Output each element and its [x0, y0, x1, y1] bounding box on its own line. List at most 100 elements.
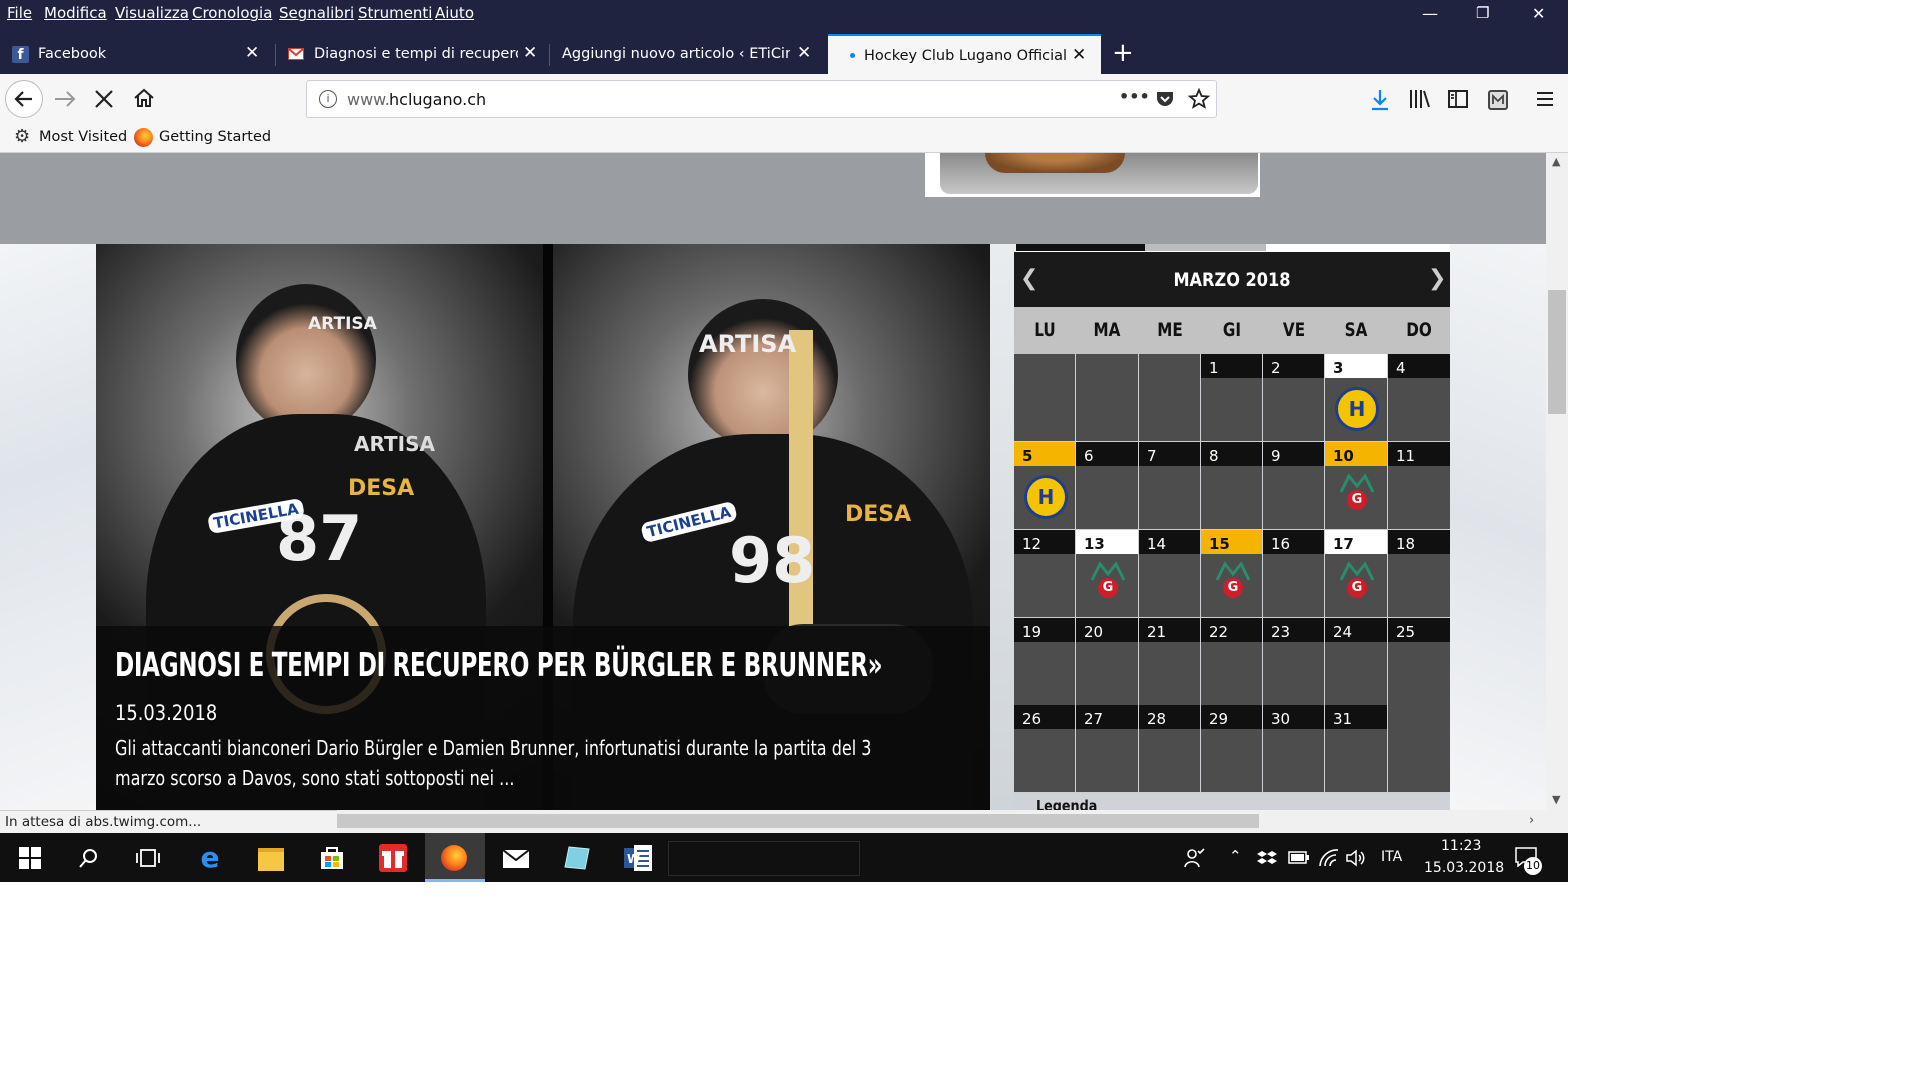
calendar-legend-label[interactable]: Legenda	[1036, 797, 1097, 810]
library-icon[interactable]	[1408, 88, 1432, 110]
calendar-day-cell[interactable]: 6	[1076, 442, 1138, 529]
hamburger-menu-icon[interactable]	[1535, 90, 1555, 108]
pocket-icon[interactable]	[1154, 88, 1176, 110]
calendar-day-cell[interactable]: 25	[1388, 618, 1450, 705]
calendar-day-cell[interactable]: 4	[1388, 354, 1450, 441]
action-center-button[interactable]: 10	[1515, 845, 1545, 875]
calendar-prev-icon[interactable]: ❮	[1020, 266, 1038, 291]
geneve-servette-logo-icon[interactable]: G	[1339, 560, 1375, 606]
menu-modifica[interactable]: Modifica	[44, 4, 107, 22]
tab-gmail[interactable]: Diagnosi e tempi di recupero p ✕	[278, 34, 548, 74]
volume-icon[interactable]	[1345, 848, 1367, 868]
calendar-day-cell[interactable]: 30	[1263, 705, 1324, 792]
calendar-tab-active[interactable]	[1016, 244, 1145, 251]
horizontal-scrollbar-thumb[interactable]	[337, 814, 1259, 828]
scroll-up-icon[interactable]: ▲	[1552, 155, 1560, 168]
calendar-day-cell[interactable]: 26	[1014, 705, 1075, 792]
tab-hclugano[interactable]: Hockey Club Lugano Official W ✕	[828, 34, 1101, 74]
hc-davos-logo-icon[interactable]: H	[1024, 475, 1068, 519]
article-headline-link[interactable]: DIAGNOSI E TEMPI DI RECUPERO PER BÜRGLER…	[115, 645, 883, 684]
wifi-icon[interactable]	[1318, 848, 1340, 868]
search-button[interactable]	[58, 833, 118, 882]
taskbar-firefox[interactable]	[425, 833, 485, 882]
back-button[interactable]	[5, 80, 43, 118]
sidebar-icon[interactable]	[1447, 89, 1469, 109]
people-icon[interactable]	[1183, 847, 1205, 869]
menu-aiuto[interactable]: Aiuto	[435, 4, 474, 22]
tab-facebook[interactable]: f Facebook ✕	[0, 34, 272, 74]
calendar-day-cell[interactable]: 16	[1263, 530, 1324, 617]
calendar-day-cell[interactable]: 10 G	[1325, 442, 1387, 529]
start-button[interactable]	[0, 833, 60, 882]
forward-button[interactable]	[52, 88, 78, 110]
close-tab-icon[interactable]: ✕	[797, 43, 811, 63]
vertical-scrollbar-thumb[interactable]	[1548, 290, 1566, 414]
taskbar-edge[interactable]: e	[180, 833, 240, 882]
calendar-day-cell[interactable]: 27	[1076, 705, 1138, 792]
calendar-day-cell[interactable]: 24	[1325, 618, 1387, 705]
menu-strumenti[interactable]: Strumenti	[358, 4, 432, 22]
calendar-next-icon[interactable]: ❯	[1428, 266, 1446, 291]
calendar-day-cell[interactable]: 23	[1263, 618, 1324, 705]
calendar-day-cell[interactable]: 20	[1076, 618, 1138, 705]
hc-davos-logo-icon[interactable]: H	[1335, 387, 1379, 431]
menu-segnalibri[interactable]: Segnalibri	[279, 4, 354, 22]
calendar-day-cell[interactable]: 29	[1201, 705, 1262, 792]
calendar-day-cell[interactable]: 9	[1263, 442, 1324, 529]
menu-file[interactable]: File	[7, 4, 32, 22]
address-bar[interactable]: i www. hclugano.ch •••	[306, 80, 1217, 118]
page-actions-icon[interactable]: •••	[1119, 87, 1150, 106]
close-tab-icon[interactable]: ✕	[245, 43, 259, 63]
new-tab-button[interactable]: +	[1112, 38, 1134, 68]
bookmark-star-icon[interactable]	[1187, 87, 1211, 111]
taskbar-mail[interactable]	[486, 833, 546, 882]
taskbar-gift-app[interactable]	[363, 833, 423, 882]
geneve-servette-logo-icon[interactable]: G	[1090, 560, 1126, 606]
taskbar-file-explorer[interactable]	[241, 833, 301, 882]
calendar-day-cell[interactable]: 21	[1139, 618, 1200, 705]
stop-loading-button[interactable]	[93, 88, 115, 110]
downloads-icon[interactable]	[1369, 88, 1391, 112]
extension-icon[interactable]	[1487, 89, 1509, 111]
home-button[interactable]	[132, 86, 156, 110]
calendar-day-cell[interactable]: 8	[1201, 442, 1262, 529]
close-window-button[interactable]: ✕	[1532, 4, 1545, 23]
calendar-day-cell[interactable]: 14	[1139, 530, 1200, 617]
scroll-down-icon[interactable]: ▼	[1552, 793, 1560, 806]
geneve-servette-logo-icon[interactable]: G	[1339, 472, 1375, 518]
restore-button[interactable]: ❐	[1476, 4, 1489, 22]
tab-eticinfo[interactable]: Aggiungi nuovo articolo ‹ ETiCinfor ✕	[550, 34, 826, 74]
dropbox-icon[interactable]	[1257, 849, 1277, 867]
site-info-icon[interactable]: i	[319, 90, 337, 108]
menu-cronologia[interactable]: Cronologia	[192, 4, 272, 22]
task-view-button[interactable]	[118, 833, 178, 882]
scroll-right-icon[interactable]: ›	[1529, 813, 1534, 828]
close-tab-icon[interactable]: ✕	[523, 43, 537, 63]
taskbar-word[interactable]: W	[608, 833, 668, 882]
geneve-servette-logo-icon[interactable]: G	[1215, 560, 1251, 606]
calendar-day-cell[interactable]: 5H	[1014, 442, 1075, 529]
minimize-button[interactable]: —	[1422, 4, 1438, 23]
clock-time[interactable]: 11:23	[1441, 838, 1481, 854]
calendar-day-cell[interactable]: 11	[1388, 442, 1450, 529]
calendar-day-cell[interactable]: 22	[1201, 618, 1262, 705]
calendar-day-cell[interactable]: 7	[1139, 442, 1200, 529]
calendar-day-cell[interactable]: 13 G	[1076, 530, 1138, 617]
calendar-day-cell[interactable]: 12	[1014, 530, 1075, 617]
calendar-day-cell[interactable]: 31	[1325, 705, 1387, 792]
calendar-day-cell[interactable]: 3H	[1325, 354, 1387, 441]
vertical-scrollbar[interactable]: ▲ ▼	[1546, 153, 1568, 810]
calendar-day-cell[interactable]: 1	[1201, 354, 1262, 441]
menu-visualizza[interactable]: Visualizza	[115, 4, 189, 22]
calendar-day-cell[interactable]: 28	[1139, 705, 1200, 792]
show-hidden-icons-icon[interactable]: ⌃	[1229, 847, 1242, 865]
calendar-day-cell[interactable]: 15 G	[1201, 530, 1262, 617]
battery-icon[interactable]	[1288, 851, 1310, 865]
calendar-day-cell[interactable]: 18	[1388, 530, 1450, 617]
close-tab-icon[interactable]: ✕	[1072, 45, 1086, 65]
taskbar-app-blue[interactable]	[547, 833, 607, 882]
clock-date[interactable]: 15.03.2018	[1424, 860, 1504, 876]
calendar-day-cell[interactable]: 2	[1263, 354, 1324, 441]
calendar-day-cell[interactable]: 17 G	[1325, 530, 1387, 617]
input-language[interactable]: ITA	[1381, 849, 1402, 865]
